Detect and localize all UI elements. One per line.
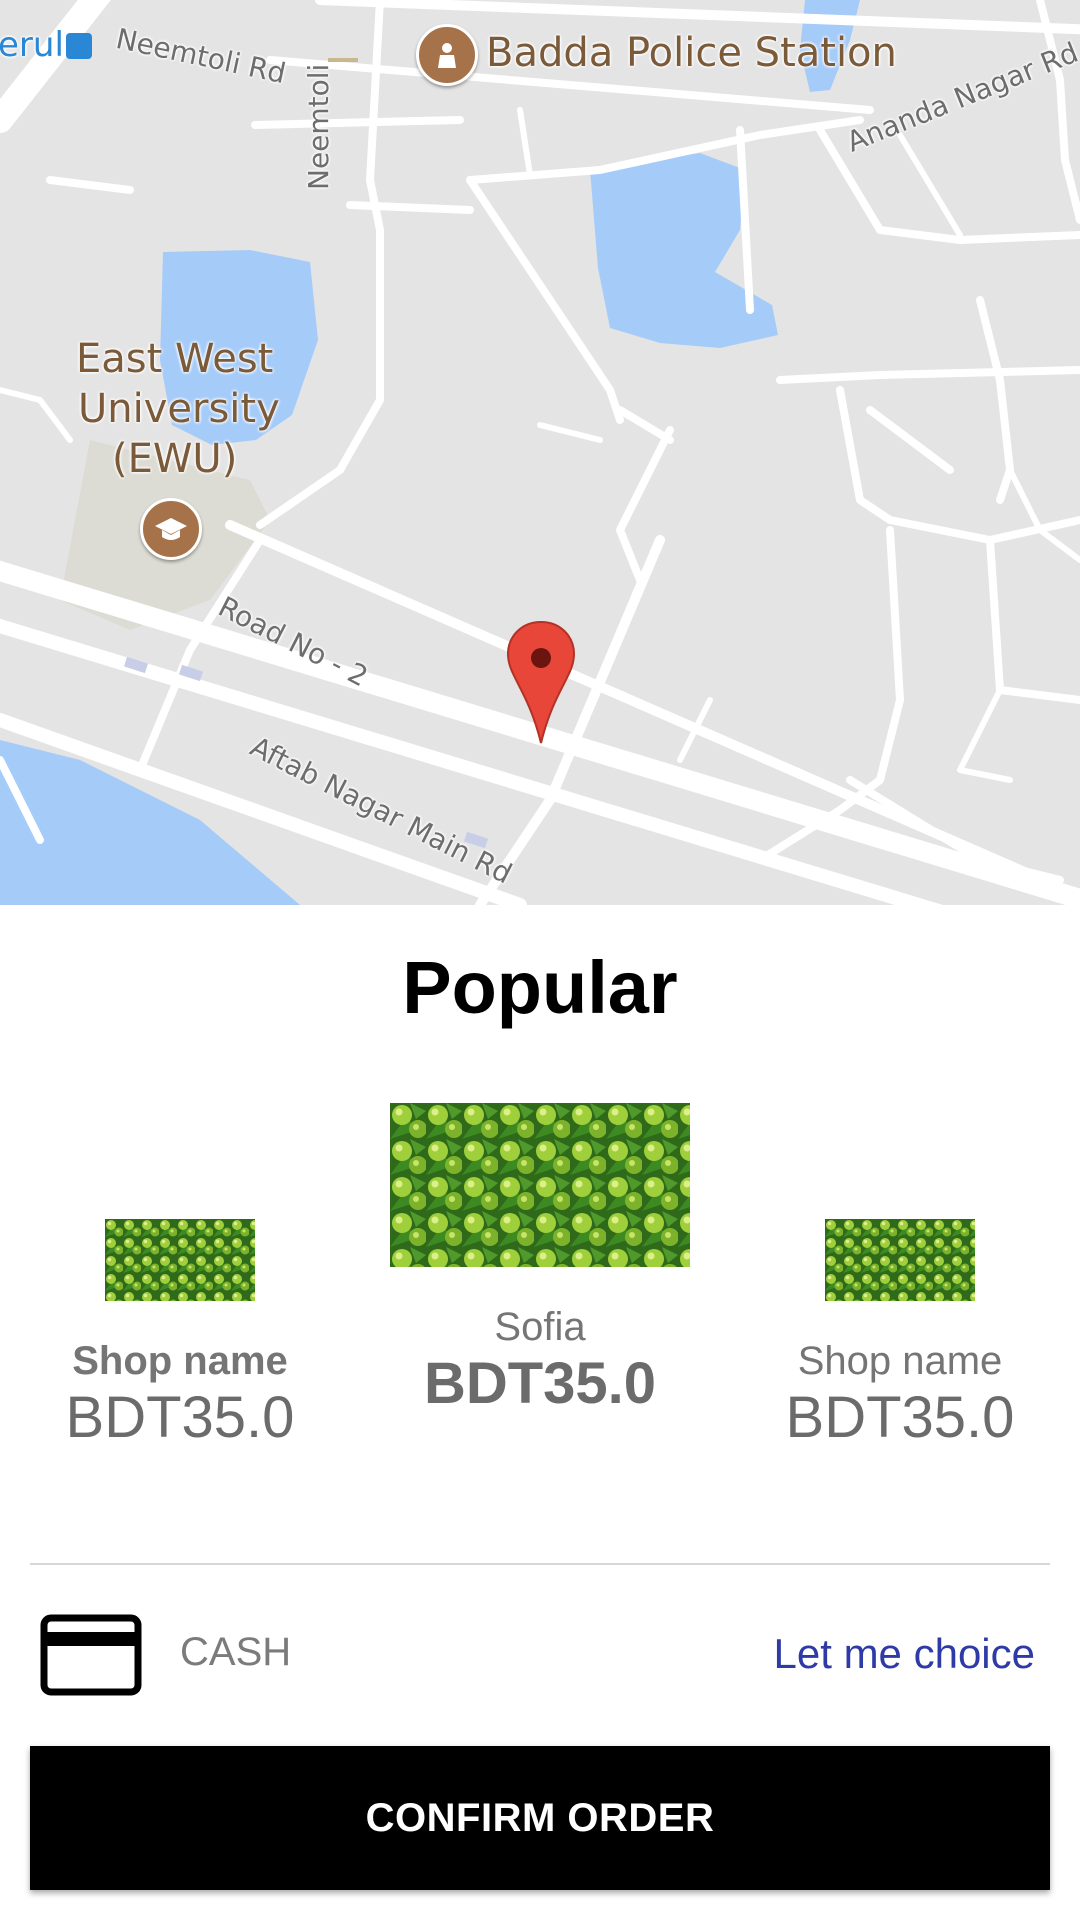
divider [30,1563,1050,1565]
credit-card-icon[interactable] [40,1614,142,1701]
location-pin-icon[interactable] [506,620,576,750]
product-card[interactable]: Shop name BDT35.0 [30,1219,330,1451]
map-view[interactable]: erul Neemtoli Rd Neemtoli Ananda Nagar R… [0,0,1080,905]
bus-stop-icon [66,33,92,59]
police-station-icon[interactable] [416,24,478,86]
poi-label-university-line3[interactable]: (EWU) [112,436,237,482]
poi-label-police-station[interactable]: Badda Police Station [486,30,897,76]
let-me-choice-link[interactable]: Let me choice [774,1630,1035,1678]
university-icon[interactable] [140,498,202,560]
product-shop-name: Shop name [72,1339,288,1383]
product-price: BDT35.0 [65,1385,295,1450]
transit-stop-label: erul [0,25,64,65]
poi-label-university-line1[interactable]: East West [76,336,273,382]
product-price: BDT35.0 [785,1385,1015,1450]
graduation-cap-icon [155,518,187,540]
product-shop-name: Shop name [797,1339,1003,1383]
poi-label-university-line2[interactable]: University [78,386,280,432]
confirm-order-button[interactable]: CONFIRM ORDER [30,1746,1050,1890]
road-label-neemtoli: Neemtoli [302,63,335,190]
product-image [105,1219,255,1301]
payment-method-label[interactable]: CASH [180,1630,291,1675]
product-card[interactable]: Shop name BDT35.0 [750,1219,1050,1451]
product-price: BDT35.0 [423,1351,657,1416]
product-image [390,1103,690,1267]
popular-title: Popular [402,946,678,1029]
police-glyph-icon [438,43,456,68]
product-shop-name: Sofia [494,1305,586,1349]
product-image [825,1219,975,1301]
product-card[interactable]: Sofia BDT35.0 [390,1103,690,1417]
